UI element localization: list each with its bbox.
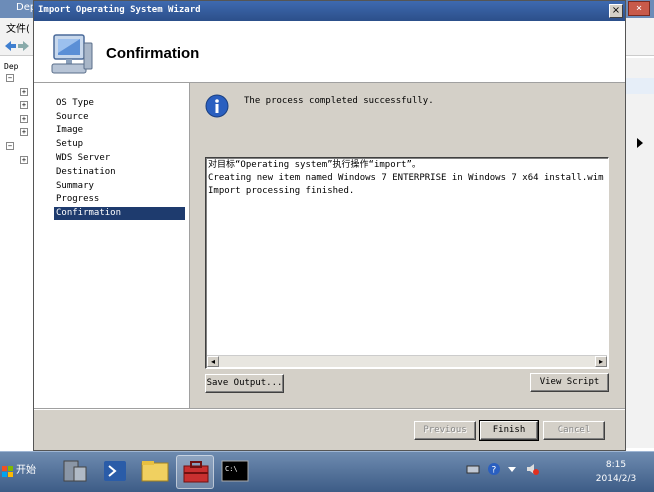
finish-button[interactable]: Finish [479, 420, 539, 441]
tree-expand-icon[interactable]: + [20, 115, 28, 123]
view-script-button[interactable]: View Script [530, 373, 609, 392]
wizard-close-button[interactable]: × [609, 4, 623, 18]
output-log[interactable]: 对目标“Operating system”执行操作“import”。 Creat… [205, 157, 609, 369]
taskbar-deployment-workbench-icon[interactable] [176, 455, 214, 489]
actions-pane [624, 58, 654, 448]
tree-collapse-icon[interactable]: − [6, 74, 14, 82]
chevron-right-icon[interactable] [637, 138, 643, 148]
status-message: The process completed successfully. [244, 96, 434, 106]
tree-root-label: Dep [4, 62, 19, 71]
nav-item-destination[interactable]: Destination [54, 166, 185, 179]
taskbar-powershell-icon[interactable] [96, 455, 134, 489]
svg-text:?: ? [492, 466, 497, 476]
scroll-right-icon[interactable]: ▸ [595, 356, 607, 367]
nav-item-wds-server[interactable]: WDS Server [54, 152, 185, 165]
wizard-title-bar: Import Operating System Wizard × [34, 1, 625, 21]
nav-item-progress[interactable]: Progress [54, 193, 185, 206]
clock-date[interactable]: 2014/2/3 [586, 474, 646, 484]
nav-item-image[interactable]: Image [54, 124, 185, 137]
background-close-button[interactable]: × [628, 1, 650, 16]
tree-expand-icon[interactable]: + [20, 101, 28, 109]
nav-item-source[interactable]: Source [54, 111, 185, 124]
wizard-title: Import Operating System Wizard [38, 5, 201, 15]
nav-item-confirmation[interactable]: Confirmation [54, 207, 185, 220]
actions-pane-header [625, 78, 654, 94]
save-output-button[interactable]: Save Output... [205, 374, 284, 393]
nav-item-setup[interactable]: Setup [54, 138, 185, 151]
info-icon [205, 94, 229, 118]
nav-item-os-type[interactable]: OS Type [54, 97, 185, 110]
tree-collapse-icon[interactable]: − [6, 142, 14, 150]
nav-item-summary[interactable]: Summary [54, 180, 185, 193]
computer-icon [51, 34, 93, 74]
log-line: Creating new item named Windows 7 ENTERP… [208, 173, 609, 183]
taskbar-explorer-icon[interactable] [136, 455, 174, 489]
tree-expand-icon[interactable]: + [20, 128, 28, 136]
windows-logo-icon [2, 466, 13, 477]
start-label: 开始 [16, 465, 36, 476]
scroll-left-icon[interactable]: ◂ [207, 356, 219, 367]
wizard-header: Confirmation [34, 21, 625, 83]
taskbar-server-manager-icon[interactable] [56, 455, 94, 489]
tree-expand-icon[interactable]: + [20, 88, 28, 96]
tree-expand-icon[interactable]: + [20, 156, 28, 164]
back-forward-icon[interactable] [4, 40, 30, 52]
keyboard-icon[interactable] [466, 462, 480, 476]
tray-expand-icon[interactable] [505, 462, 519, 476]
tree-root[interactable]: Dep [4, 62, 32, 74]
clock-time[interactable]: 8:15 [596, 460, 636, 470]
footer-divider [34, 408, 625, 410]
previous-button[interactable]: Previous [414, 421, 476, 440]
taskbar-command-prompt-icon[interactable]: C:\ [216, 455, 254, 489]
wizard-nav: OS Type Source Image Setup WDS Server De… [34, 83, 190, 408]
help-icon[interactable]: ? [487, 462, 501, 476]
menu-file[interactable]: 文件( [6, 20, 30, 35]
log-line: 对目标“Operating system”执行操作“import”。 [208, 160, 421, 170]
volume-muted-icon[interactable] [526, 462, 540, 476]
cancel-button[interactable]: Cancel [543, 421, 605, 440]
background-tree: Dep − + + + + − + [0, 58, 34, 448]
wizard-header-title: Confirmation [106, 45, 200, 62]
log-line: Import processing finished. [208, 186, 355, 196]
horizontal-scrollbar[interactable]: ◂ ▸ [207, 355, 607, 367]
start-button[interactable]: 开始 [2, 458, 40, 484]
import-os-wizard: Import Operating System Wizard × Confirm… [33, 0, 626, 451]
svg-text:C:\: C:\ [225, 465, 238, 473]
